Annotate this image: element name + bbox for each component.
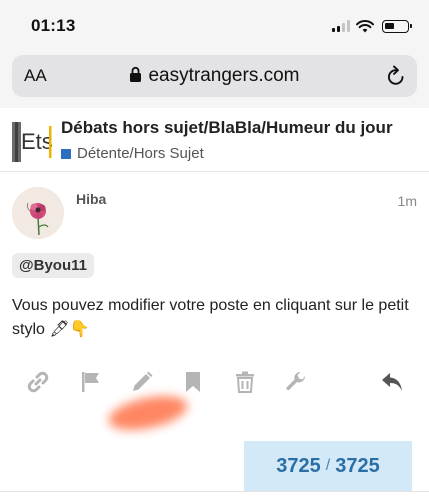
browser-chrome: 01:13 AA easytrangers.com xyxy=(0,0,429,108)
address-bar[interactable]: AA easytrangers.com xyxy=(12,55,417,97)
category-label: Détente/Hors Sujet xyxy=(77,145,204,162)
post-author[interactable]: Hiba xyxy=(76,191,106,207)
flag-icon[interactable] xyxy=(79,370,103,394)
pointer-highlight xyxy=(105,390,191,436)
site-logo[interactable]: Ets xyxy=(12,120,52,164)
category-color-swatch xyxy=(61,148,71,159)
status-time: 01:13 xyxy=(31,16,76,35)
wrench-icon[interactable] xyxy=(284,370,308,394)
reload-icon[interactable] xyxy=(386,65,406,87)
battery-icon xyxy=(382,19,412,33)
cellular-signal-icon xyxy=(332,20,350,32)
progress-current: 3725 xyxy=(276,454,321,477)
post-body: Vous pouvez modifier votre poste en cliq… xyxy=(12,297,409,338)
reply-icon[interactable] xyxy=(380,370,404,394)
post-time[interactable]: 1m xyxy=(398,193,417,209)
topic-header[interactable]: Ets Débats hors sujet/BlaBla/Humeur du j… xyxy=(0,108,429,172)
trash-icon[interactable] xyxy=(233,370,257,394)
bookmark-icon[interactable] xyxy=(181,370,205,394)
post-actions xyxy=(0,366,429,396)
topic-title[interactable]: Débats hors sujet/BlaBla/Humeur du jour xyxy=(61,118,406,138)
lock-icon xyxy=(130,66,142,82)
wifi-icon xyxy=(356,19,374,32)
avatar[interactable] xyxy=(12,187,64,239)
status-bar: 01:13 xyxy=(0,0,429,50)
avatar-image xyxy=(12,187,64,239)
link-icon[interactable] xyxy=(26,370,50,394)
divider xyxy=(0,491,429,492)
status-icons xyxy=(332,16,412,36)
url-display[interactable]: easytrangers.com xyxy=(12,65,417,87)
progress-total: 3725 xyxy=(335,454,380,477)
progress-separator: / xyxy=(325,457,331,474)
topic-progress[interactable]: 3725 / 3725 xyxy=(244,441,412,491)
logo-text: Ets xyxy=(21,129,52,154)
user-mention[interactable]: @Byou11 xyxy=(12,253,94,278)
url-text: easytrangers.com xyxy=(148,65,300,86)
pencil-icon[interactable] xyxy=(130,370,154,394)
category-badge[interactable]: Détente/Hors Sujet xyxy=(61,145,204,162)
